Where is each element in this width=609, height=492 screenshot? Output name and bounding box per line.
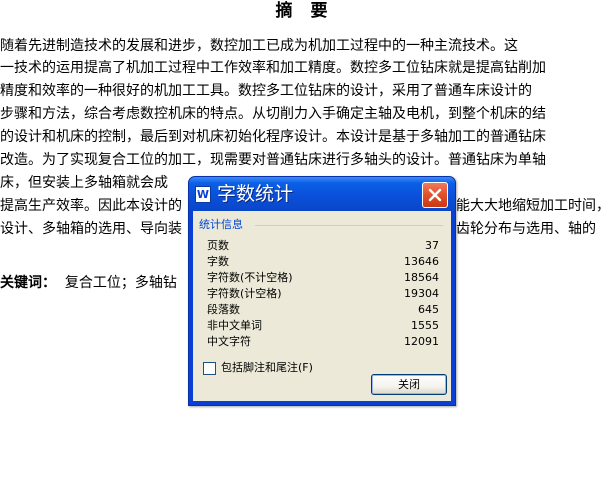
stat-value: 37 [425,239,439,252]
stat-value: 645 [418,303,439,316]
stat-label: 字数 [207,255,229,268]
stat-row-pages: 页数 37 [207,238,439,253]
stats-group-label: 统计信息 [199,218,243,231]
stat-row-chars-with-spaces: 字符数(计空格) 19304 [207,286,439,301]
keywords-text: 复合工位；多轴钻 [64,275,177,291]
body-line-tail: 能大大地缩短加工时间， [456,198,609,214]
stat-label: 页数 [207,239,229,252]
stat-value: 19304 [404,287,439,300]
stat-value: 12091 [404,335,439,348]
body-line: 一技术的运用提高了机加工过程中工作效率和加工精度。数控多工位钻床就是提高钻削加 [0,60,546,76]
body-line: 提高生产效率。因此本设计的 [0,198,182,214]
body-line: 精度和效率的一种很好的机加工工具。数控多工位钻床的设计，采用了普通车床设计的 [0,83,532,99]
stat-row-paragraphs: 段落数 645 [207,302,439,317]
body-line: 床，但安装上多轴箱就会成 [0,175,168,191]
include-footnotes-checkbox[interactable] [203,362,216,375]
stat-row-words: 字数 13646 [207,254,439,269]
body-line: 设计、多轴箱的选用、导向装 [0,221,182,237]
word-count-dialog: W 字数统计 统计信息 页数 37 字数 13646 字符数(不计空格) 185… [188,176,456,406]
stat-label: 非中文单词 [207,319,262,332]
keywords-line: 关键词： 复合工位；多轴钻 [0,272,177,294]
stat-row-non-chinese-words: 非中文单词 1555 [207,318,439,333]
body-line-tail: 齿轮分布与选用、轴的 [456,221,596,237]
stat-value: 18564 [404,271,439,284]
body-line: 随着先进制造技术的发展和进步，数控加工已成为机加工过程中的一种主流技术。这 [0,38,518,54]
stat-label: 字符数(计空格) [207,287,282,300]
stat-value: 1555 [411,319,439,332]
keywords-label: 关键词： [0,275,56,291]
group-divider [255,225,443,226]
close-button[interactable]: 关闭 [371,374,447,395]
word-app-icon: W [195,186,211,203]
stat-value: 13646 [404,255,439,268]
stat-label: 字符数(不计空格) [207,271,293,284]
body-line: 改造。为了实现复合工位的加工，现需要对普通钻床进行多轴头的设计。普通钻床为单轴 [0,152,546,168]
stat-label: 中文字符 [207,335,251,348]
close-icon[interactable] [422,182,448,208]
stat-row-chinese-chars: 中文字符 12091 [207,334,439,349]
abstract-title: 摘 要 [275,1,334,21]
stat-label: 段落数 [207,303,240,316]
stat-row-chars-no-spaces: 字符数(不计空格) 18564 [207,270,439,285]
include-footnotes-label[interactable]: 包括脚注和尾注(F) [221,361,313,375]
dialog-titlebar[interactable]: W 字数统计 [189,177,455,211]
body-line: 的设计和机床的控制，最后到对机床初始化程序设计。本设计是基于多轴加工的普通钻床 [0,129,546,145]
dialog-title: 字数统计 [217,183,294,205]
dialog-body: 统计信息 页数 37 字数 13646 字符数(不计空格) 18564 字符数(… [193,211,451,401]
body-line: 步骤和方法，综合考虑数控机床的特点。从切削力入手确定主轴及电机，到整个机床的结 [0,106,546,122]
